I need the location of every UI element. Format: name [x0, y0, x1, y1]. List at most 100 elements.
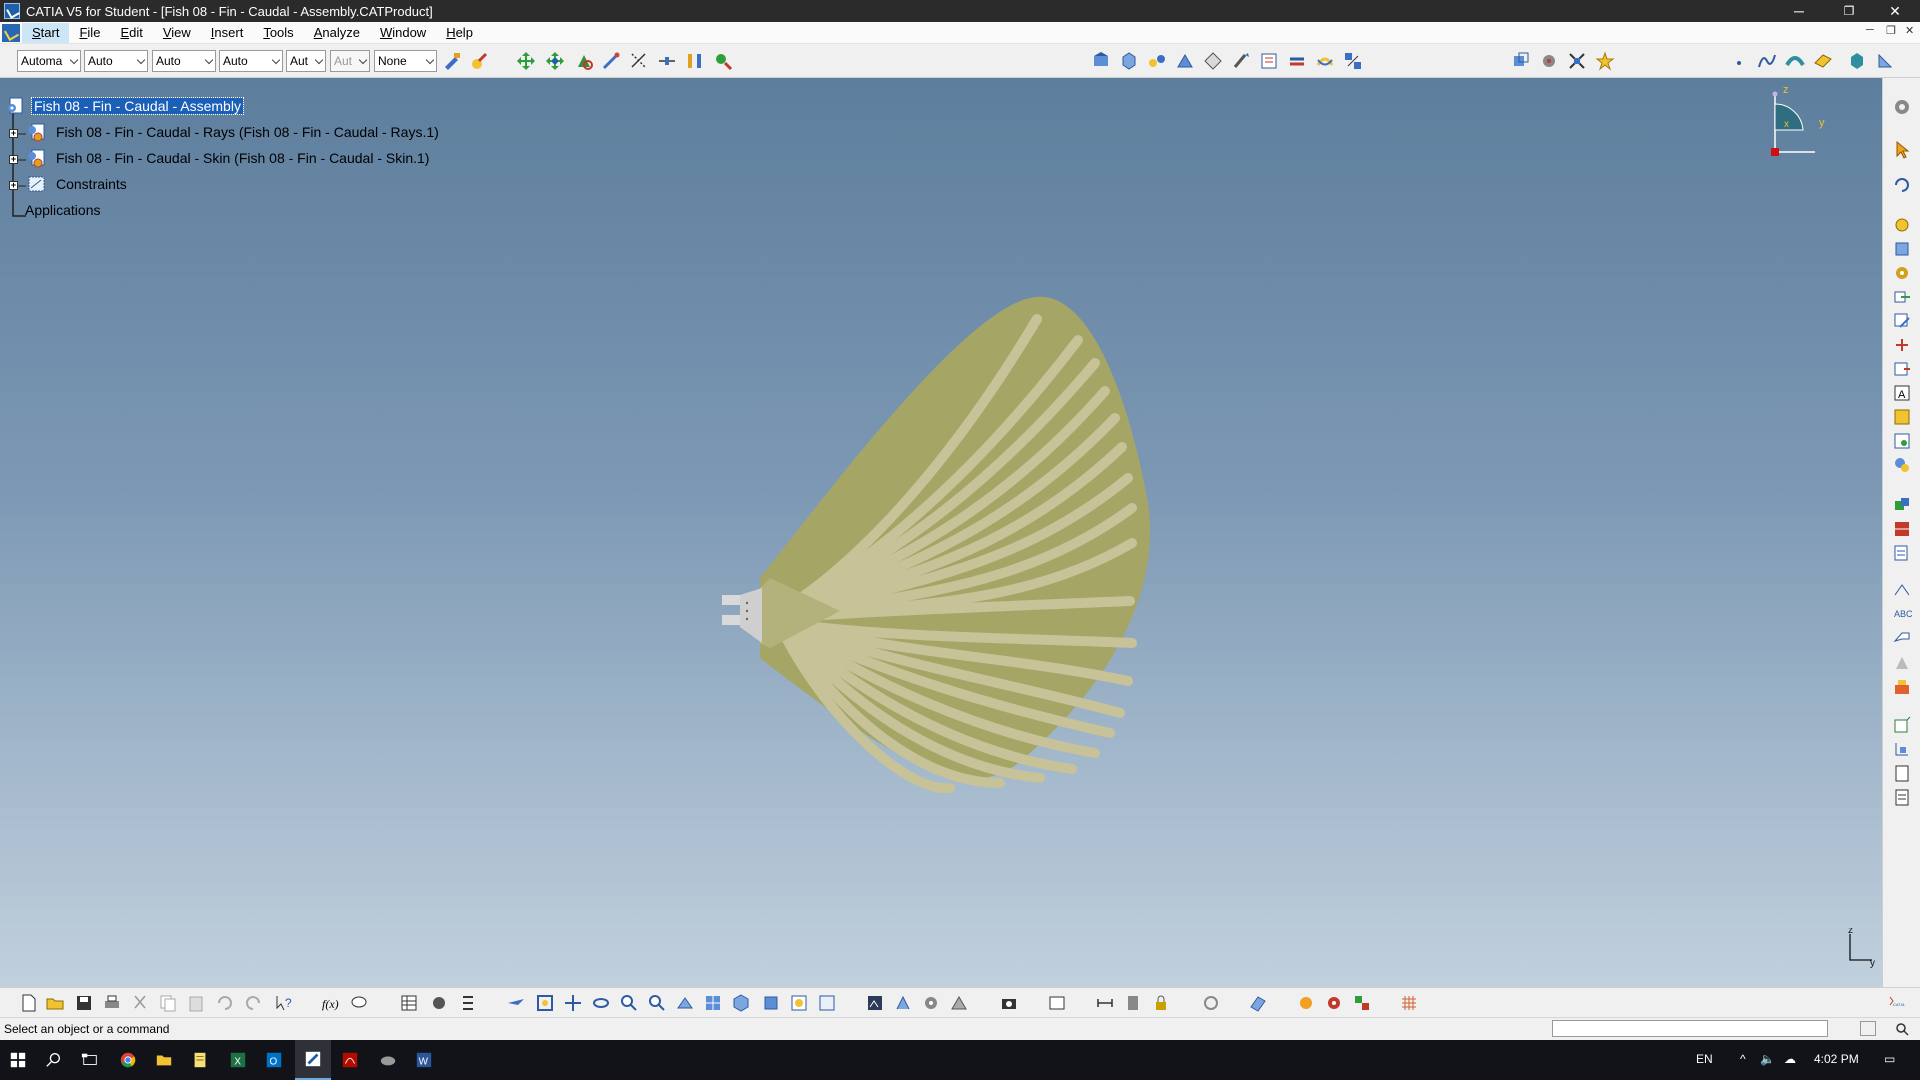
new-part-icon[interactable] — [1202, 50, 1224, 72]
plane-icon[interactable] — [1812, 50, 1834, 72]
menu-view[interactable]: View — [153, 25, 201, 40]
plane-view-icon[interactable] — [1247, 992, 1269, 1014]
save-icon[interactable] — [73, 992, 95, 1014]
select-arrow-icon[interactable] — [1891, 138, 1913, 160]
clash-icon[interactable] — [1891, 494, 1913, 516]
color-combo[interactable]: Automa — [17, 50, 81, 72]
multi-instantiation-icon[interactable] — [1510, 50, 1532, 72]
input-language[interactable]: EN — [1696, 1052, 1713, 1066]
menu-help[interactable]: Help — [436, 25, 483, 40]
fix-component-icon[interactable] — [712, 50, 734, 72]
refresh-icon[interactable] — [1200, 992, 1222, 1014]
manipulation-icon[interactable] — [515, 50, 537, 72]
menu-edit[interactable]: Edit — [110, 25, 152, 40]
acrobat-icon[interactable] — [332, 1040, 368, 1080]
document-icon[interactable] — [1891, 762, 1913, 784]
image-capture-icon[interactable] — [864, 992, 886, 1014]
restore-button[interactable]: ❐ — [1826, 0, 1872, 22]
isometric-view-icon[interactable] — [730, 992, 752, 1014]
defeaturing-icon[interactable] — [1594, 50, 1616, 72]
word-icon[interactable]: W — [406, 1040, 442, 1080]
sketcher-icon[interactable] — [1874, 50, 1896, 72]
tree-node-skin[interactable]: Fish 08 - Fin - Caudal - Skin (Fish 08 -… — [56, 150, 429, 166]
cloud-icon[interactable]: ☁ — [1784, 1052, 1796, 1066]
scene-icon[interactable] — [1891, 406, 1913, 428]
part-instance-icon[interactable] — [26, 148, 46, 168]
menu-insert[interactable]: Insert — [201, 25, 254, 40]
knowledge-advisor-icon[interactable] — [348, 992, 370, 1014]
doc-minimize-icon[interactable]: ─ — [1866, 24, 1874, 36]
menu-analyze[interactable]: Analyze — [304, 25, 370, 40]
catalog-icon[interactable] — [1891, 430, 1913, 452]
snap-icon[interactable] — [544, 50, 566, 72]
point-type-combo[interactable]: Aut — [286, 50, 326, 72]
bill-of-material-icon[interactable] — [1891, 714, 1913, 736]
undo-icon[interactable] — [213, 992, 235, 1014]
manage-representations-icon[interactable] — [1342, 50, 1364, 72]
distance-icon[interactable] — [1891, 542, 1913, 564]
text-icon[interactable]: A — [1891, 382, 1913, 404]
expand-icon[interactable]: + — [9, 129, 18, 138]
search-icon[interactable] — [36, 1040, 72, 1080]
catia-app-icon[interactable] — [4, 3, 20, 19]
close-button[interactable]: ✕ — [1872, 0, 1918, 22]
tree-node-applications[interactable]: Applications — [25, 202, 101, 218]
catalog-browser-icon[interactable] — [1090, 50, 1112, 72]
environment-icon[interactable] — [948, 992, 970, 1014]
zoom-in-icon[interactable] — [618, 992, 640, 1014]
doc-restore-icon[interactable]: ❐ — [1886, 24, 1896, 37]
command-list-icon[interactable] — [1860, 1021, 1876, 1036]
hide-show-icon[interactable] — [788, 992, 810, 1014]
lock-icon[interactable] — [1150, 992, 1172, 1014]
menu-window[interactable]: Window — [370, 25, 436, 40]
new-file-icon[interactable] — [18, 992, 40, 1014]
tree-root-node[interactable]: Fish 08 - Fin - Caudal - Assembly — [31, 97, 244, 115]
weld-icon[interactable] — [1891, 652, 1913, 674]
insert-arrow-icon[interactable] — [1891, 286, 1913, 308]
transparency-combo[interactable]: Auto — [84, 50, 148, 72]
file-explorer-icon[interactable] — [146, 1040, 182, 1080]
constraint-tool-icon[interactable] — [1891, 214, 1913, 236]
spline-icon[interactable] — [1756, 50, 1778, 72]
offset-constraint-icon[interactable] — [684, 50, 706, 72]
task-view-icon[interactable] — [72, 1040, 108, 1080]
expand-icon[interactable]: + — [9, 181, 18, 190]
explode-icon[interactable] — [573, 50, 595, 72]
measure-inertia-icon[interactable] — [1122, 992, 1144, 1014]
tree-node-rays[interactable]: Fish 08 - Fin - Caudal - Rays (Fish 08 -… — [56, 124, 439, 140]
cut-icon[interactable] — [129, 992, 151, 1014]
clash-analysis-icon[interactable] — [1323, 992, 1345, 1014]
generate-numbering-icon[interactable] — [1286, 50, 1308, 72]
formula-icon[interactable]: f(x) — [320, 992, 342, 1014]
properties-brush-icon[interactable] — [468, 50, 490, 72]
annotation-text-icon[interactable]: ABC — [1891, 602, 1913, 624]
tree-view-icon[interactable] — [1891, 738, 1913, 760]
open-folder-icon[interactable] — [44, 992, 66, 1014]
menu-tools[interactable]: Tools — [253, 25, 303, 40]
macro-icon[interactable] — [428, 992, 450, 1014]
product-structure-icon[interactable] — [1846, 50, 1868, 72]
line-type-combo[interactable]: Auto — [219, 50, 283, 72]
layer-combo[interactable]: None — [374, 50, 437, 72]
paste-icon[interactable] — [185, 992, 207, 1014]
photo-studio-icon[interactable] — [892, 992, 914, 1014]
doc-close-icon[interactable]: ✕ — [1905, 24, 1914, 37]
contact-constraint-icon[interactable] — [656, 50, 678, 72]
menu-start[interactable]: Start — [22, 22, 70, 43]
component-tool-icon[interactable] — [1891, 238, 1913, 260]
fast-multi-instantiation-icon[interactable] — [1538, 50, 1560, 72]
document-list-icon[interactable] — [1891, 786, 1913, 808]
excel-icon[interactable]: X — [220, 1040, 256, 1080]
clock-time[interactable]: 4:02 PM — [1814, 1052, 1859, 1066]
camera-icon[interactable] — [998, 992, 1020, 1014]
constraints-icon[interactable] — [26, 174, 46, 194]
copy-icon[interactable] — [157, 992, 179, 1014]
chevron-up-icon[interactable]: ^ — [1740, 1052, 1746, 1066]
part-instance-icon[interactable] — [26, 122, 46, 142]
rotate-icon[interactable] — [590, 992, 612, 1014]
game-icon[interactable] — [370, 1040, 406, 1080]
new-product-icon[interactable] — [1174, 50, 1196, 72]
zoom-out-icon[interactable] — [646, 992, 668, 1014]
update-icon[interactable] — [1891, 174, 1913, 196]
assembly-icon[interactable] — [6, 96, 26, 116]
